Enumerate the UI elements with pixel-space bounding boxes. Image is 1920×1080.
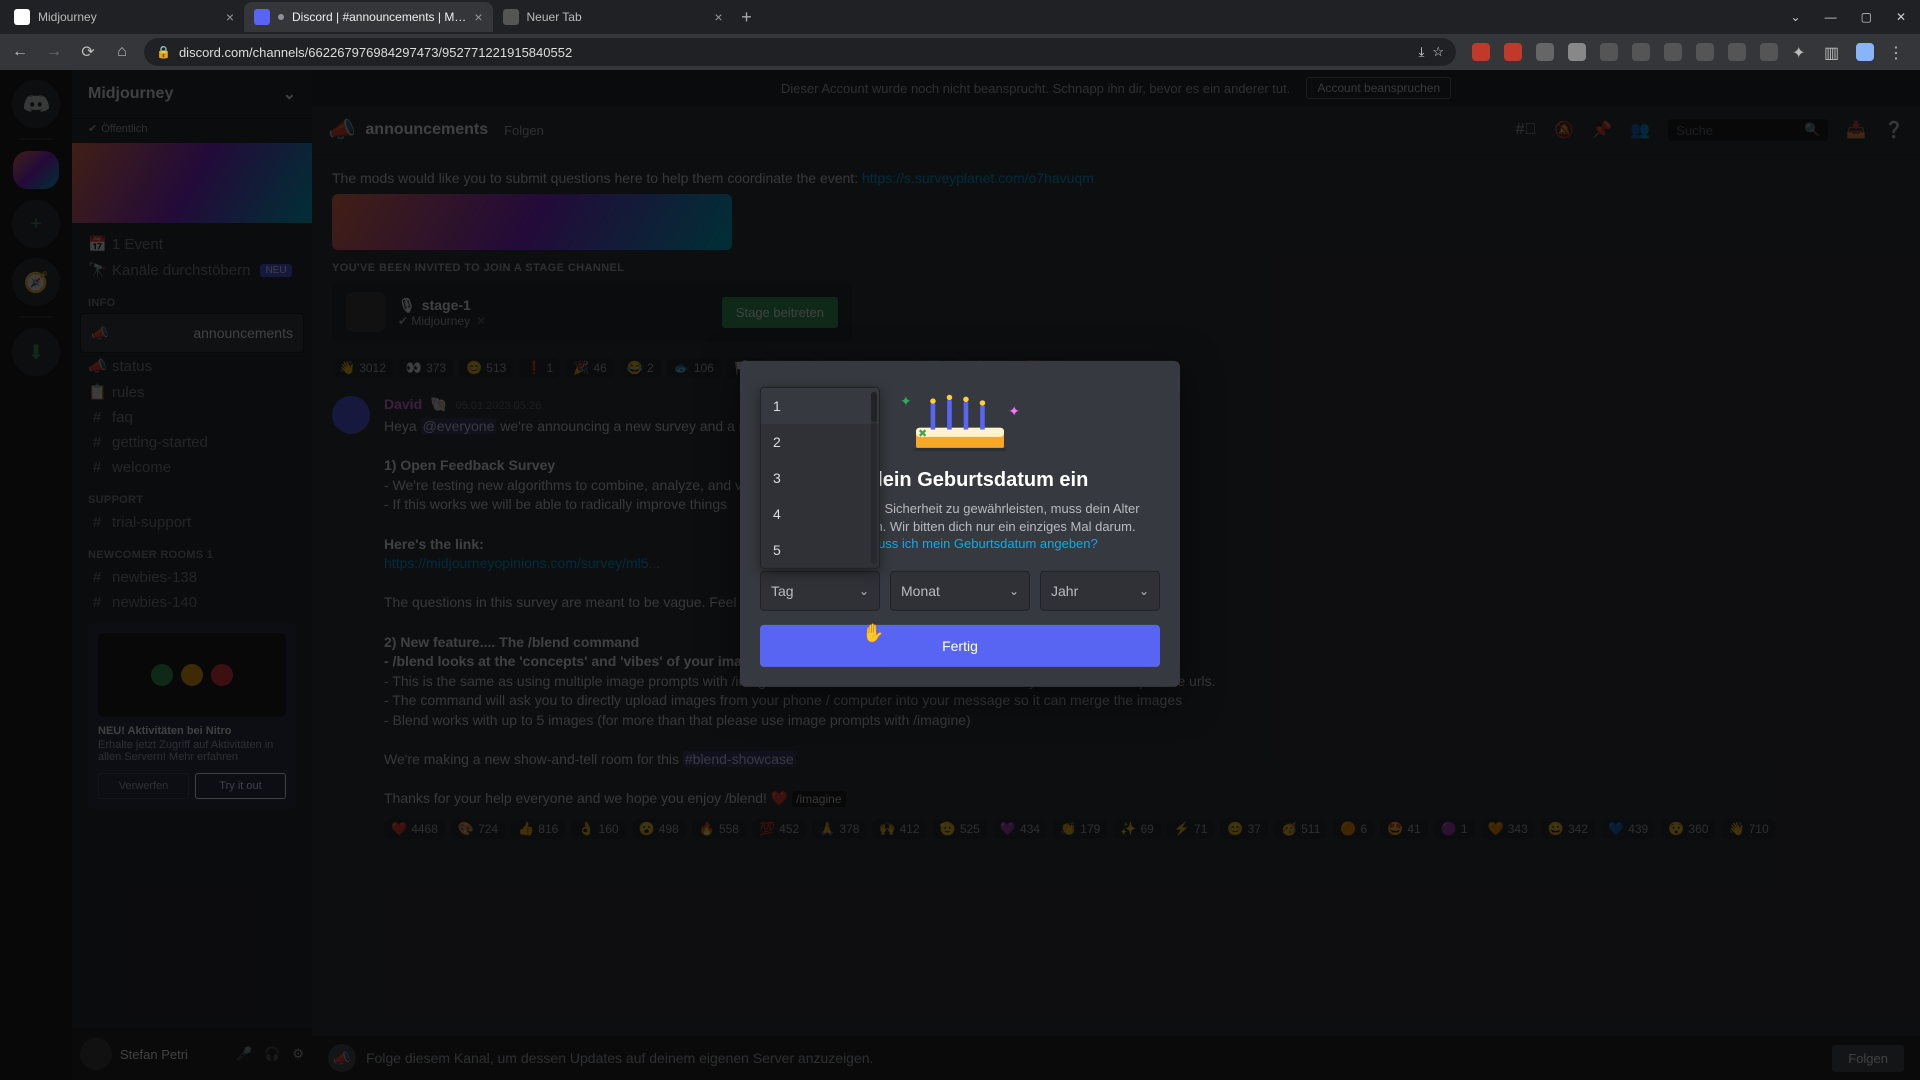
- favicon-icon: [14, 9, 30, 25]
- close-icon[interactable]: ×: [474, 9, 482, 25]
- date-selects: 1 2 3 4 5 Tag⌄ Monat⌄ Jahr⌄: [760, 571, 1160, 611]
- day-option[interactable]: 4: [761, 496, 879, 532]
- close-window-icon[interactable]: ✕: [1896, 10, 1906, 24]
- ext-icon[interactable]: [1568, 43, 1586, 61]
- tab-discord[interactable]: Discord | #announcements | M… ×: [244, 2, 493, 32]
- lock-icon: 🔒: [156, 45, 171, 59]
- favicon-icon: [254, 9, 270, 25]
- tab-midjourney[interactable]: Midjourney ×: [4, 2, 244, 32]
- tab-title: Neuer Tab: [527, 10, 582, 24]
- tab-title: Midjourney: [38, 10, 97, 24]
- chevron-down-icon[interactable]: ⌄: [1791, 10, 1801, 24]
- sparkle-icon: ✦: [900, 393, 912, 410]
- install-icon[interactable]: ⤓: [1419, 44, 1425, 60]
- year-select[interactable]: Jahr⌄: [1040, 571, 1160, 611]
- ext-icon[interactable]: [1504, 43, 1522, 61]
- day-option[interactable]: 1: [761, 388, 879, 424]
- ext-icon[interactable]: [1664, 43, 1682, 61]
- extensions-menu-icon[interactable]: ✦: [1792, 43, 1810, 61]
- maximize-icon[interactable]: ▢: [1861, 10, 1872, 24]
- ext-icon[interactable]: [1760, 43, 1778, 61]
- url-text: discord.com/channels/662267976984297473/…: [179, 45, 572, 60]
- day-option[interactable]: 2: [761, 424, 879, 460]
- chevron-down-icon: ⌄: [1139, 584, 1149, 598]
- tab-strip: Midjourney × Discord | #announcements | …: [0, 0, 1920, 34]
- home-button[interactable]: ⌂: [110, 40, 134, 64]
- menu-icon[interactable]: ⋮: [1888, 43, 1906, 61]
- ext-icon[interactable]: [1632, 43, 1650, 61]
- browser-chrome: Midjourney × Discord | #announcements | …: [0, 0, 1920, 70]
- close-icon[interactable]: ×: [714, 9, 722, 25]
- month-select-wrap: Monat⌄: [890, 571, 1030, 611]
- unread-dot-icon: [278, 14, 284, 20]
- day-dropdown[interactable]: 1 2 3 4 5: [760, 387, 880, 569]
- ext-icon[interactable]: [1536, 43, 1554, 61]
- close-icon[interactable]: ×: [226, 9, 234, 25]
- sparkle-icon: ✖: [918, 427, 927, 440]
- ext-icon[interactable]: [1728, 43, 1746, 61]
- favicon-icon: [503, 9, 519, 25]
- day-select[interactable]: Tag⌄: [760, 571, 880, 611]
- done-button[interactable]: Fertig: [760, 625, 1160, 667]
- profile-avatar-icon[interactable]: [1856, 43, 1874, 61]
- forward-button[interactable]: →: [42, 40, 66, 64]
- chevron-down-icon: ⌄: [859, 584, 869, 598]
- minimize-icon[interactable]: —: [1825, 10, 1837, 24]
- day-select-wrap: 1 2 3 4 5 Tag⌄: [760, 571, 880, 611]
- back-button[interactable]: ←: [8, 40, 32, 64]
- tab-title: Discord | #announcements | M…: [292, 10, 466, 24]
- tab-newtab[interactable]: Neuer Tab ×: [493, 2, 733, 32]
- url-bar[interactable]: 🔒 discord.com/channels/66226797698429747…: [144, 38, 1456, 66]
- new-tab-button[interactable]: +: [733, 3, 761, 31]
- year-select-wrap: Jahr⌄: [1040, 571, 1160, 611]
- extensions: ✦ ▥ ⋮: [1466, 43, 1912, 61]
- reload-button[interactable]: ⟳: [76, 40, 100, 64]
- day-option[interactable]: 5: [761, 532, 879, 568]
- sparkle-icon: ✦: [1008, 403, 1020, 420]
- ext-icon[interactable]: [1696, 43, 1714, 61]
- birthday-modal: ✦ ✦ ✖ Gib dein Geburtsdatum ein Um allen…: [740, 361, 1180, 687]
- star-icon[interactable]: ☆: [1432, 44, 1444, 60]
- chevron-down-icon: ⌄: [1009, 584, 1019, 598]
- browser-toolbar: ← → ⟳ ⌂ 🔒 discord.com/channels/662267976…: [0, 34, 1920, 70]
- cake-icon: [905, 382, 1015, 455]
- day-option[interactable]: 3: [761, 460, 879, 496]
- ext-icon[interactable]: [1600, 43, 1618, 61]
- month-select[interactable]: Monat⌄: [890, 571, 1030, 611]
- window-controls: ⌄ — ▢ ✕: [1791, 10, 1920, 24]
- ext-icon[interactable]: [1472, 43, 1490, 61]
- side-panel-icon[interactable]: ▥: [1824, 43, 1842, 61]
- scroll-thumb[interactable]: [871, 392, 877, 422]
